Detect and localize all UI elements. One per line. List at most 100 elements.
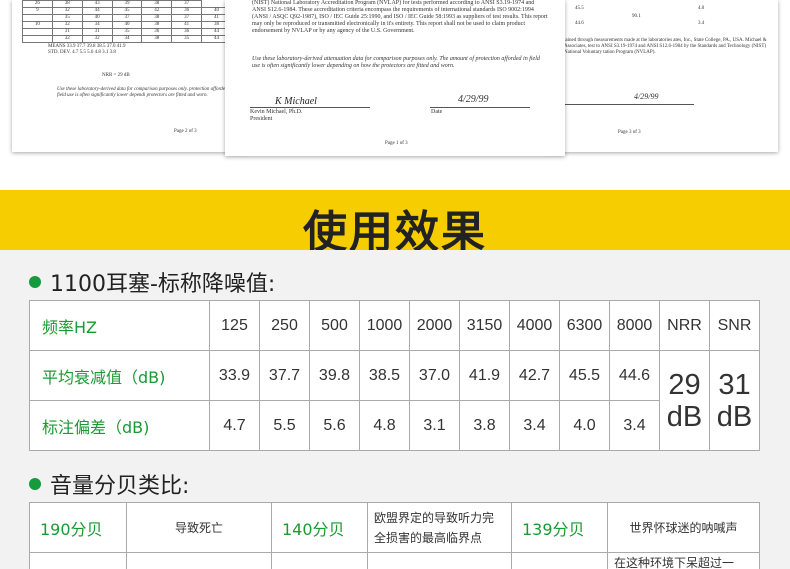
avg-cell: 33.9 xyxy=(209,350,260,401)
report-table-cell: 37 xyxy=(171,14,203,22)
db-description: 世界怀球迷的呐喊声 xyxy=(607,502,760,553)
report-table-cell: 41 xyxy=(171,21,203,29)
report-table-cell: 34 xyxy=(111,35,143,43)
db-description: 导致死亡 xyxy=(126,502,272,553)
std-values: 4.7 5.5 5.6 4.8 3.1 3.8 xyxy=(72,50,116,55)
freq-cell: 2000 xyxy=(409,300,460,351)
nrr-header: NRR xyxy=(659,300,710,351)
std-cell: 4.7 xyxy=(209,400,260,451)
report-table-cell: 38 xyxy=(51,0,83,8)
report-table-cell: 35 xyxy=(51,14,83,22)
signer-name: Kevin Michael, Ph.D. xyxy=(250,109,303,115)
nrr-value: 29 xyxy=(668,368,701,401)
report-table-cell: 38 xyxy=(141,14,173,22)
signer-title: President xyxy=(250,116,273,122)
std-cell: 3.4 xyxy=(509,400,560,451)
report-table-cell: 38 xyxy=(141,35,173,43)
table-row: 在这种环境下呆超过一 xyxy=(29,552,760,569)
avg-cell: 38.5 xyxy=(359,350,410,401)
table-row: 标注偏差（dB) 4.7 5.5 5.6 4.8 3.1 3.8 3.4 4.0… xyxy=(29,400,760,451)
report-means: MEANS 33.9 37.7 39.8 38.5 37.0 41.9 STD.… xyxy=(48,44,126,56)
date-value: 4/29/99 xyxy=(634,92,659,101)
report-note: Use these laboratory-derived data for co… xyxy=(57,87,233,98)
page-number: Page 1 of 3 xyxy=(385,141,408,146)
report-table-cell: 36 xyxy=(171,28,203,36)
content-area: 1100耳塞-标称降噪值: 频率HZ 125 250 500 1000 2000… xyxy=(0,250,790,569)
report-table-cell: 34 xyxy=(81,21,113,29)
db-level: 190分贝 xyxy=(29,502,127,553)
avg-cell: 39.8 xyxy=(309,350,360,401)
report-table-row: 32 32 34 38 35 44 xyxy=(22,35,232,43)
report-value: 45.5 xyxy=(575,6,584,11)
report-page-1: (NIST) National Laboratory Accreditation… xyxy=(225,0,565,156)
page-number: Page 3 of 3 xyxy=(618,130,641,135)
report-table-cell: 9 xyxy=(22,7,53,15)
report-table-row: 35 40 37 38 37 41 xyxy=(22,14,232,22)
report-table-row: 26 38 43 39 38 37 xyxy=(22,0,232,8)
freq-cell: 4000 xyxy=(509,300,560,351)
report-table-cell: 39 xyxy=(111,0,143,8)
snr-unit: dB xyxy=(716,400,753,433)
snr-header: SNR xyxy=(709,300,760,351)
table-cell xyxy=(367,552,512,569)
signature: K Michael xyxy=(275,96,317,107)
db-description: 在这种环境下呆超过一 xyxy=(607,552,760,569)
report-table-cell: 43 xyxy=(81,0,113,8)
db-description: 欧盟界定的导致听力完全损害的最高临界点 xyxy=(367,502,512,553)
freq-cell: 1000 xyxy=(359,300,410,351)
report-value: 3.4 xyxy=(698,21,705,26)
std-cell: 5.5 xyxy=(259,400,310,451)
report-nrr: NRR = 29 dB xyxy=(102,73,130,78)
table-cell xyxy=(29,552,127,569)
report-values: 45.5 90.1 4.0 44.6 3.4 xyxy=(548,0,778,32)
freq-cell: 500 xyxy=(309,300,360,351)
report-table-cell: 36 xyxy=(141,28,173,36)
report-page-3: 45.5 90.1 4.0 44.6 3.4 tained through me… xyxy=(548,0,778,152)
report-table-cell xyxy=(22,35,53,43)
avg-cell: 45.5 xyxy=(559,350,610,401)
nrr-value-cell: 29 dB xyxy=(659,350,710,451)
freq-cell: 8000 xyxy=(609,300,660,351)
report-table-cell: 38 xyxy=(141,0,173,8)
report-paragraph: tained through measurements made at the … xyxy=(564,38,767,55)
report-table-cell: 38 xyxy=(141,21,173,29)
avg-cell: 37.0 xyxy=(409,350,460,401)
decibel-comparison-table: 190分贝 导致死亡 140分贝 欧盟界定的导致听力完全损害的最高临界点 139… xyxy=(29,502,760,569)
report-table-cell: 32 xyxy=(81,35,113,43)
level-section-title: 音量分贝类比: xyxy=(50,474,190,499)
level-section-heading: 音量分贝类比: xyxy=(29,468,189,500)
report-value: 4.0 xyxy=(698,6,705,11)
report-table-cell: 44 xyxy=(81,7,113,15)
report-note: Use these laboratory-derived attenuation… xyxy=(252,56,540,69)
section-banner: 使用效果 xyxy=(0,190,790,258)
db-level: 139分贝 xyxy=(511,502,608,553)
date-line xyxy=(624,104,694,105)
report-table-cell: 31 xyxy=(81,28,113,36)
table-header-row: 频率HZ 125 250 500 1000 2000 3150 4000 630… xyxy=(29,300,760,351)
freq-cell: 3150 xyxy=(459,300,510,351)
report-scans: 26 38 43 39 38 37 9 32 44 45 42 36 40 35 40 37 38 37 41 10 3… xyxy=(0,0,790,190)
std-cell: 5.6 xyxy=(309,400,360,451)
report-value: 90.1 xyxy=(632,14,641,19)
means-label: MEANS xyxy=(48,44,66,49)
attenuation-table: 频率HZ 125 250 500 1000 2000 3150 4000 630… xyxy=(29,300,760,451)
report-data-table: 26 38 43 39 38 37 9 32 44 45 42 36 40 35 40 37 38 37 41 10 3… xyxy=(22,0,232,43)
std-cell: 4.8 xyxy=(359,400,410,451)
date-line xyxy=(430,107,530,108)
header-label: 频率HZ xyxy=(29,300,210,351)
bullet-dot-icon xyxy=(29,276,41,288)
report-page-2: 26 38 43 39 38 37 9 32 44 45 42 36 40 35 40 37 38 37 41 10 3… xyxy=(12,0,244,152)
std-cell: 3.1 xyxy=(409,400,460,451)
std-cell: 3.4 xyxy=(609,400,660,451)
report-table-cell: 40 xyxy=(81,14,113,22)
report-table-cell: 32 xyxy=(51,35,83,43)
freq-cell: 125 xyxy=(209,300,260,351)
report-table-cell xyxy=(22,14,53,22)
std-label: STD. DEV. xyxy=(48,50,71,55)
report-table-cell xyxy=(22,28,53,36)
report-table-cell: 32 xyxy=(51,7,83,15)
table-row: 平均衰减值（dB) 33.9 37.7 39.8 38.5 37.0 41.9 … xyxy=(29,350,760,451)
report-table-cell: 37 xyxy=(171,0,203,8)
date-label: Date xyxy=(431,109,443,115)
avg-cell: 41.9 xyxy=(459,350,510,401)
